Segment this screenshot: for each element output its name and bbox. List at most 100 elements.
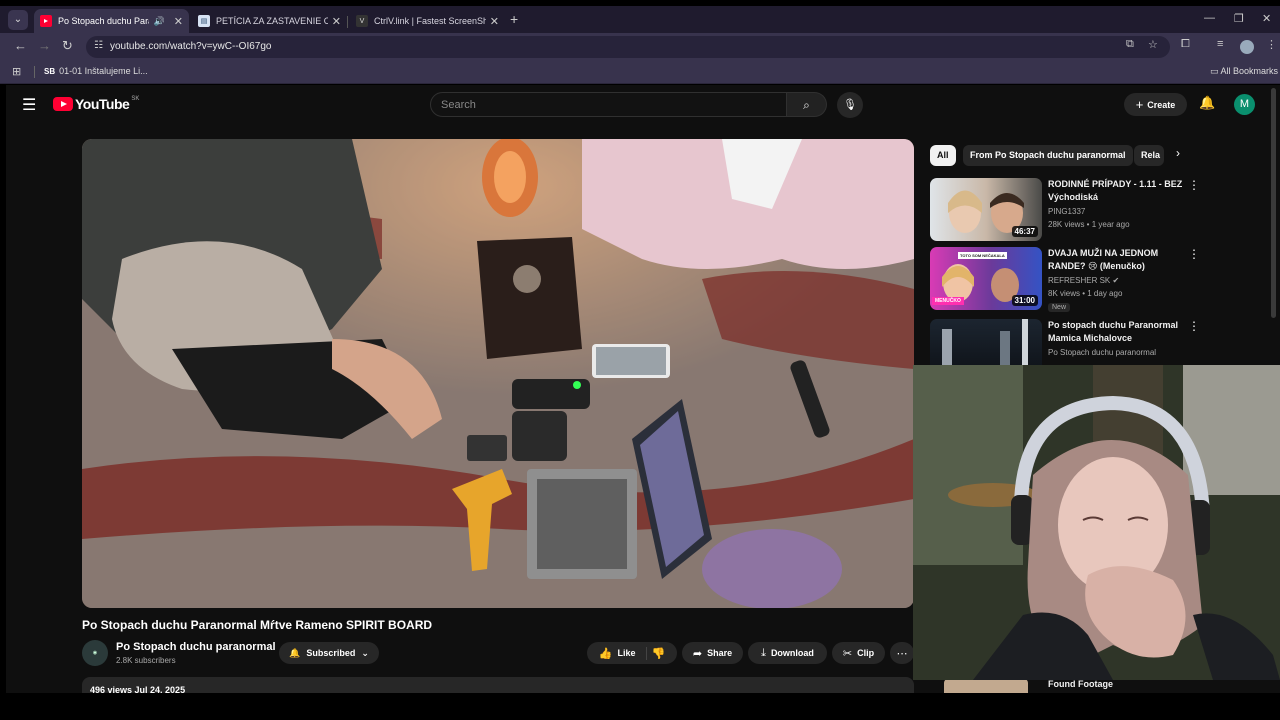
window-close-icon[interactable]: ✕ [1262,12,1271,25]
bottom-letterbox [0,693,1280,720]
tab-search-chevron-icon[interactable]: ⌄ [8,10,28,30]
chip-all[interactable]: All [930,145,956,166]
more-vert-icon[interactable]: ⋮ [1188,319,1200,333]
more-actions-button[interactable]: ⋯ [890,642,914,664]
subscriber-count: 2.8K subscribers [116,656,176,665]
tab-divider [347,16,348,28]
tab-title: PETÍCIA ZA ZASTAVENIE OBNOVY [216,16,328,26]
bookmark-label: 01-01 Inštalujeme Li... [59,66,148,76]
video-player[interactable] [82,139,914,608]
all-bookmarks-button[interactable]: ▭ All Bookmarks [1210,66,1278,77]
bell-icon: 🔔 [289,647,301,658]
media-control-icon[interactable]: ≡ [1217,38,1223,50]
bookmark-star-icon[interactable]: ☆ [1148,38,1158,51]
views-date: 496 views Jul 24, 2025 [90,685,186,693]
account-avatar[interactable]: M [1234,94,1255,115]
dislike-button[interactable]: 👎 [652,647,666,660]
recommendation-meta: 8K views • 1 day ago [1048,289,1123,298]
bookmarks-bar: ⊞ SB 01-01 Inštalujeme Li... ▭ All Bookma… [0,60,1280,84]
like-label: Like [617,648,636,658]
folder-icon: ▭ [1210,66,1221,76]
apps-grid-icon[interactable]: ⊞ [12,65,21,78]
chevron-down-icon: ⌄ [361,647,369,658]
share-button[interactable]: ➦ Share [682,642,743,664]
hamburger-menu-icon[interactable]: ☰ [22,95,36,115]
new-badge: New [1048,303,1071,312]
back-arrow-icon[interactable]: ← [14,38,27,53]
extensions-puzzle-icon[interactable]: ⧠ [1181,38,1190,51]
bookmark-divider [34,66,35,78]
like-button[interactable]: 👍 Like [598,646,647,660]
url-text: youtube.com/watch?v=ywC--OI67go [110,41,272,52]
thumbnail-caption: TOTO SOM NEČAKALA [958,252,1007,259]
channel-avatar[interactable]: ◉ [82,640,108,666]
notifications-bell-icon[interactable]: 🔔 [1199,95,1215,111]
recommendation-channel: PING1337 [1048,207,1086,216]
youtube-play-icon [53,97,73,111]
recommendation-item[interactable]: Po stopach duchu Paranormal Mamica Micha… [930,319,1270,365]
bookmark-item[interactable]: SB 01-01 Inštalujeme Li... [44,66,148,76]
video-thumbnail[interactable] [944,679,1028,693]
all-bookmarks-label: All Bookmarks [1220,66,1279,76]
more-dots-icon: ⋯ [896,647,908,660]
youtube-logo[interactable]: YouTube SK [53,96,139,112]
search-icon: ⌕ [803,98,810,112]
video-duration: 46:37 [1011,226,1038,237]
page-scrollbar[interactable] [1271,88,1276,318]
close-icon[interactable]: ✕ [490,15,499,28]
thumbnail-caption: MENUČKO [932,297,964,305]
browser-tab-strip: ⌄ Po Stopach duchu Paranormal 🔊 ✕ ▤ PETÍ… [0,6,1280,33]
webcam-overlay [913,365,1280,680]
recommendation-item[interactable]: 46:37 RODINNÉ PRÍPADY - 1.11 - BEZ Výcho… [930,178,1270,244]
clip-label: Clip [857,648,875,658]
search-button[interactable]: ⌕ [787,92,827,117]
logo-text: YouTube [75,96,130,112]
subscribed-button[interactable]: 🔔 Subscribed ⌄ [279,642,379,664]
recommendation-channel: Po Stopach duchu paranormal [1048,348,1157,357]
create-button[interactable]: + Create [1124,93,1187,116]
tab-title: Po Stopach duchu Paranormal [58,16,149,26]
share-arrow-icon: ➦ [692,647,703,660]
chip-from-channel[interactable]: From Po Stopach duchu paranormal [963,145,1133,166]
video-thumbnail: TOTO SOM NEČAKALA MENUČKO 31:00 [930,247,1042,310]
clip-button[interactable]: ✂ Clip [832,642,885,664]
ctrlv-favicon-icon: V [356,15,368,27]
tab-ctrlv[interactable]: V CtrlV.link | Fastest ScreenShot and ✕ [350,9,505,33]
description-box[interactable]: 496 views Jul 24, 2025 [82,677,914,693]
address-bar[interactable]: ☷ youtube.com/watch?v=ywC--OI67go [86,36,1170,58]
share-label: Share [707,648,733,658]
voice-search-button[interactable]: 🎙 [837,92,863,118]
country-code: SK [131,96,140,102]
download-icon: ⤓ [761,646,766,659]
close-icon[interactable]: ✕ [174,15,183,28]
scissors-icon: ✂ [842,647,853,660]
plus-icon: + [1135,97,1144,112]
speaker-icon[interactable]: 🔊 [154,16,165,27]
chevron-right-icon[interactable]: › [1176,146,1180,160]
channel-name[interactable]: Po Stopach duchu paranormal [116,641,276,653]
close-icon[interactable]: ✕ [332,15,341,28]
recommendation-title[interactable]: Found Footage [1048,679,1113,689]
like-dislike-group: 👍 Like 👎 [587,642,677,664]
download-button[interactable]: ⤓ Download [748,642,827,664]
microphone-icon: 🎙 [843,99,857,111]
recommendation-item[interactable]: TOTO SOM NEČAKALA MENUČKO 31:00 DVAJA MU… [930,247,1270,315]
menu-dots-icon[interactable]: ⋮ [1266,38,1277,51]
video-title: Po Stopach duchu Paranormal Mŕtve Rameno… [82,618,433,632]
more-vert-icon[interactable]: ⋮ [1188,247,1200,261]
reload-icon[interactable]: ↻ [62,38,73,54]
thumbs-up-icon: 👍 [598,647,613,660]
site-info-icon[interactable]: ☷ [94,40,103,51]
restore-icon[interactable]: ❐ [1234,12,1244,25]
cast-icon[interactable]: ⧉ [1126,38,1134,51]
minimize-icon[interactable]: — [1204,12,1215,24]
chip-related[interactable]: Rela [1134,145,1164,166]
search-input[interactable] [431,93,786,116]
tab-peticia[interactable]: ▤ PETÍCIA ZA ZASTAVENIE OBNOVY ✕ [192,9,347,33]
profile-avatar[interactable] [1240,40,1254,54]
tab-youtube[interactable]: Po Stopach duchu Paranormal 🔊 ✕ [34,9,189,33]
recommendation-title: RODINNÉ PRÍPADY - 1.11 - BEZ Východiská [1048,179,1183,202]
new-tab-plus-icon[interactable]: + [510,11,518,27]
forward-arrow-icon[interactable]: → [38,38,51,53]
more-vert-icon[interactable]: ⋮ [1188,178,1200,192]
